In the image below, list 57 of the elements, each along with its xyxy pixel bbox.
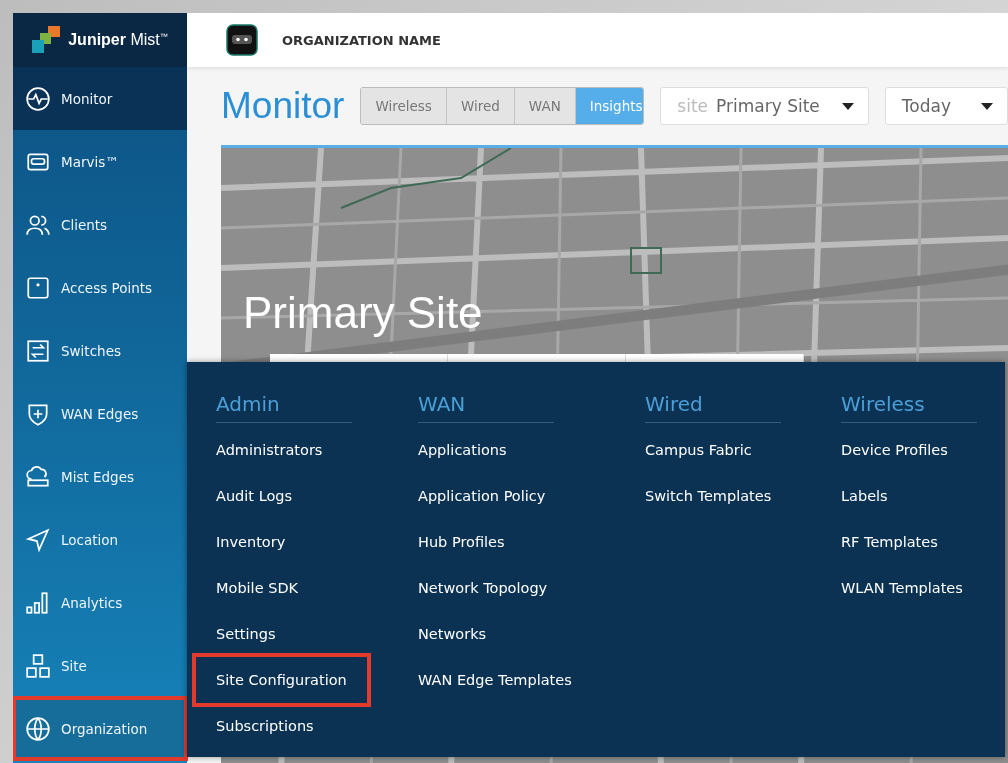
menu-item[interactable]: Switch Templates: [645, 473, 772, 519]
access-point-icon: [25, 274, 51, 301]
sidebar-item[interactable]: Monitor: [13, 67, 187, 130]
view-tab[interactable]: Wired: [446, 88, 515, 124]
menu-item[interactable]: Subscriptions: [216, 703, 314, 749]
sidebar-item[interactable]: Access Points: [13, 256, 187, 319]
caret-icon: [981, 102, 993, 110]
sidebar-item[interactable]: Mist Edges: [13, 445, 187, 508]
view-tab[interactable]: WAN: [514, 88, 576, 124]
sidebar-item[interactable]: Clients: [13, 193, 187, 256]
menu-item[interactable]: Settings: [216, 611, 276, 657]
sidebar-item[interactable]: WAN Edges: [13, 382, 187, 445]
menu-item[interactable]: WAN Edge Templates: [418, 657, 572, 703]
bar-chart-icon: [25, 589, 51, 616]
caret-icon: [841, 102, 854, 110]
sidebar-item[interactable]: Location: [13, 508, 187, 571]
menu-item[interactable]: WLAN Templates: [841, 565, 963, 611]
menu-heading: Admin: [216, 392, 352, 423]
view-tab[interactable]: Wireless: [361, 88, 447, 124]
sidebar-item[interactable]: Marvis™: [13, 130, 187, 193]
logo-icon: [32, 26, 63, 54]
sidebar-item[interactable]: Site: [13, 634, 187, 697]
switch-arrows-icon: [25, 337, 51, 364]
menu-item[interactable]: Campus Fabric: [645, 427, 752, 473]
menu-heading: Wireless: [841, 392, 977, 423]
menu-item[interactable]: Application Policy: [418, 473, 546, 519]
time-dropdown[interactable]: Today: [884, 87, 1008, 125]
site-value: Primary Site: [716, 96, 820, 116]
menu-item[interactable]: Networks: [418, 611, 487, 657]
menu-item[interactable]: Applications: [418, 427, 507, 473]
menu-item[interactable]: Mobile SDK: [216, 565, 299, 611]
menu-item[interactable]: Administrators: [216, 427, 323, 473]
site-prefix: site: [677, 96, 709, 116]
time-value: Today: [901, 96, 951, 116]
pulse-icon: [25, 85, 51, 112]
menu-item[interactable]: RF Templates: [841, 519, 938, 565]
cloud-stack-icon: [25, 463, 51, 490]
menu-item[interactable]: Labels: [841, 473, 888, 519]
menu-heading: Wired: [645, 392, 781, 423]
sidebar-item[interactable]: Switches: [13, 319, 187, 382]
organization-name: ORGANIZATION NAME: [282, 32, 441, 48]
menu-item[interactable]: Network Topology: [418, 565, 548, 611]
robot-avatar-icon: [226, 24, 258, 56]
site-dropdown[interactable]: site Primary Site: [660, 87, 869, 125]
menu-item[interactable]: Device Profiles: [841, 427, 948, 473]
menu-item[interactable]: Inventory: [216, 519, 286, 565]
navigation-arrow-icon: [25, 526, 51, 553]
brand-name: Juniper Mist$^{™}$: [68, 31, 168, 49]
menu-item[interactable]: Hub Profiles: [418, 519, 505, 565]
globe-icon: [25, 715, 51, 742]
menu-heading: WAN: [418, 392, 554, 423]
menu-item[interactable]: Audit Logs: [216, 473, 293, 519]
page-title: Monitor: [221, 85, 345, 127]
site-name: Primary Site: [243, 288, 483, 338]
sidebar-item[interactable]: Organization: [13, 697, 187, 760]
sidebar-item[interactable]: Analytics: [13, 571, 187, 634]
site-structure-icon: [25, 652, 51, 679]
